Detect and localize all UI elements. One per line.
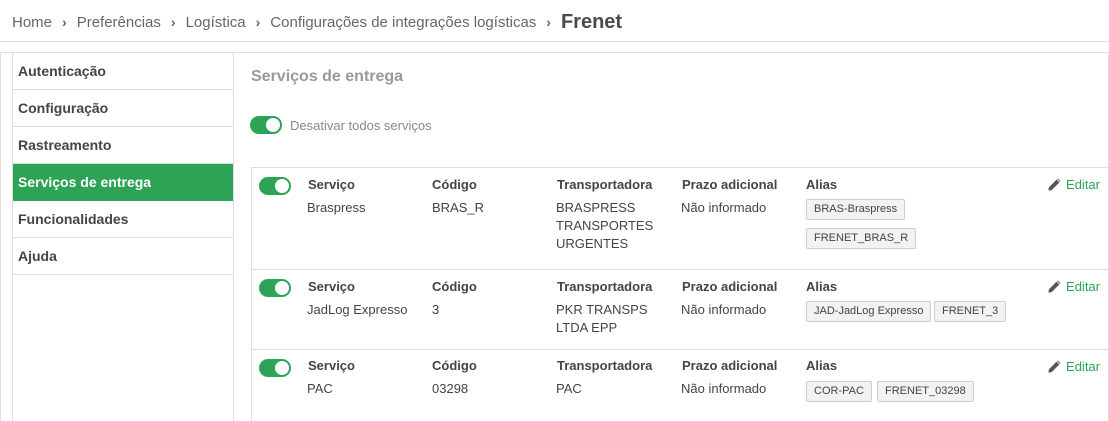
pencil-icon xyxy=(1048,360,1061,373)
edit-label: Editar xyxy=(1066,359,1100,374)
alias-tag: FRENET_3 xyxy=(934,301,1007,322)
col-header-service: Serviço xyxy=(308,358,355,373)
alias-tag: JAD-JadLog Expresso xyxy=(806,301,932,322)
service-toggle[interactable] xyxy=(259,177,291,195)
col-header-extra-days: Prazo adicional xyxy=(682,358,778,373)
sidebar-item-tracking[interactable]: Rastreamento xyxy=(13,127,233,164)
service-code: 3 xyxy=(432,302,440,317)
sidebar-item-delivery-services[interactable]: Serviços de entrega xyxy=(13,164,233,201)
col-header-extra-days: Prazo adicional xyxy=(682,279,778,294)
service-row: Serviço Braspress Código BRAS_R Transpor… xyxy=(251,168,1109,270)
sidebar-item-help[interactable]: Ajuda xyxy=(13,238,233,275)
service-row: Serviço PAC Código 03298 Transportadora … xyxy=(251,350,1109,421)
alias-tag: BRAS-Braspress xyxy=(806,199,906,220)
col-header-carrier: Transportadora xyxy=(557,358,653,373)
breadcrumb-logistics[interactable]: Logística xyxy=(186,14,246,31)
breadcrumb-integrations[interactable]: Configurações de integrações logísticas xyxy=(270,14,536,31)
sidebar-item-configuration[interactable]: Configuração xyxy=(13,90,233,127)
alias-tag: COR-PAC xyxy=(806,381,872,402)
service-name: PAC xyxy=(307,381,333,396)
service-code: BRAS_R xyxy=(432,200,485,215)
carrier-line: PKR TRANSPS xyxy=(556,302,648,317)
toggle-all-label: Desativar todos serviços xyxy=(290,118,432,133)
col-header-alias: Alias xyxy=(806,279,838,294)
page-title: Frenet xyxy=(560,10,623,33)
section-title: Serviços de entrega xyxy=(251,68,404,85)
col-header-code: Código xyxy=(432,358,477,373)
carrier-line: PAC xyxy=(556,381,582,396)
service-carrier: PKR TRANSPS LTDA EPP xyxy=(556,301,648,337)
alias-tag: FRENET_BRAS_R xyxy=(806,228,917,249)
col-header-carrier: Transportadora xyxy=(557,177,653,192)
edit-button[interactable]: Editar xyxy=(1047,359,1100,374)
carrier-line: BRASPRESS xyxy=(556,200,636,215)
edit-label: Editar xyxy=(1066,279,1100,294)
col-header-extra-days: Prazo adicional xyxy=(682,177,778,192)
toggle-all-services[interactable] xyxy=(250,116,282,134)
carrier-line: LTDA EPP xyxy=(556,320,618,335)
pencil-icon xyxy=(1048,178,1061,191)
service-extra-days: Não informado xyxy=(681,302,767,317)
breadcrumb: Home › Preferências › Logística › Config… xyxy=(12,8,622,36)
breadcrumb-preferences[interactable]: Preferências xyxy=(77,14,161,31)
carrier-line: TRANSPORTES xyxy=(556,218,654,233)
sidebar-item-authentication[interactable]: Autenticação xyxy=(13,53,233,90)
pencil-icon xyxy=(1048,280,1061,293)
service-carrier: BRASPRESS TRANSPORTES URGENTES xyxy=(556,199,653,253)
service-toggle[interactable] xyxy=(259,359,291,377)
col-header-alias: Alias xyxy=(806,177,838,192)
sidebar: Autenticação Configuração Rastreamento S… xyxy=(12,52,234,421)
col-header-service: Serviço xyxy=(308,177,355,192)
service-code: 03298 xyxy=(432,381,469,396)
sidebar-item-features[interactable]: Funcionalidades xyxy=(13,201,233,238)
service-name: JadLog Expresso xyxy=(307,302,408,317)
edit-label: Editar xyxy=(1066,177,1100,192)
chevron-right-icon: › xyxy=(255,14,261,30)
service-extra-days: Não informado xyxy=(681,200,767,215)
header-divider xyxy=(0,41,1109,42)
chevron-right-icon: › xyxy=(170,14,176,30)
breadcrumb-home[interactable]: Home xyxy=(12,14,52,31)
alias-tag: FRENET_03298 xyxy=(877,381,974,402)
col-header-alias: Alias xyxy=(806,358,838,373)
chevron-right-icon: › xyxy=(62,14,67,30)
chevron-right-icon: › xyxy=(546,14,551,30)
service-toggle[interactable] xyxy=(259,279,291,297)
col-header-code: Código xyxy=(432,279,477,294)
edit-button[interactable]: Editar xyxy=(1047,177,1100,192)
edit-button[interactable]: Editar xyxy=(1047,279,1100,294)
col-header-carrier: Transportadora xyxy=(557,279,653,294)
col-header-service: Serviço xyxy=(308,279,355,294)
col-header-code: Código xyxy=(432,177,477,192)
service-carrier: PAC xyxy=(556,380,582,398)
service-name: Braspress xyxy=(307,200,366,215)
service-row: Serviço JadLog Expresso Código 3 Transpo… xyxy=(251,270,1109,350)
carrier-line: URGENTES xyxy=(556,236,629,251)
service-extra-days: Não informado xyxy=(681,381,767,396)
